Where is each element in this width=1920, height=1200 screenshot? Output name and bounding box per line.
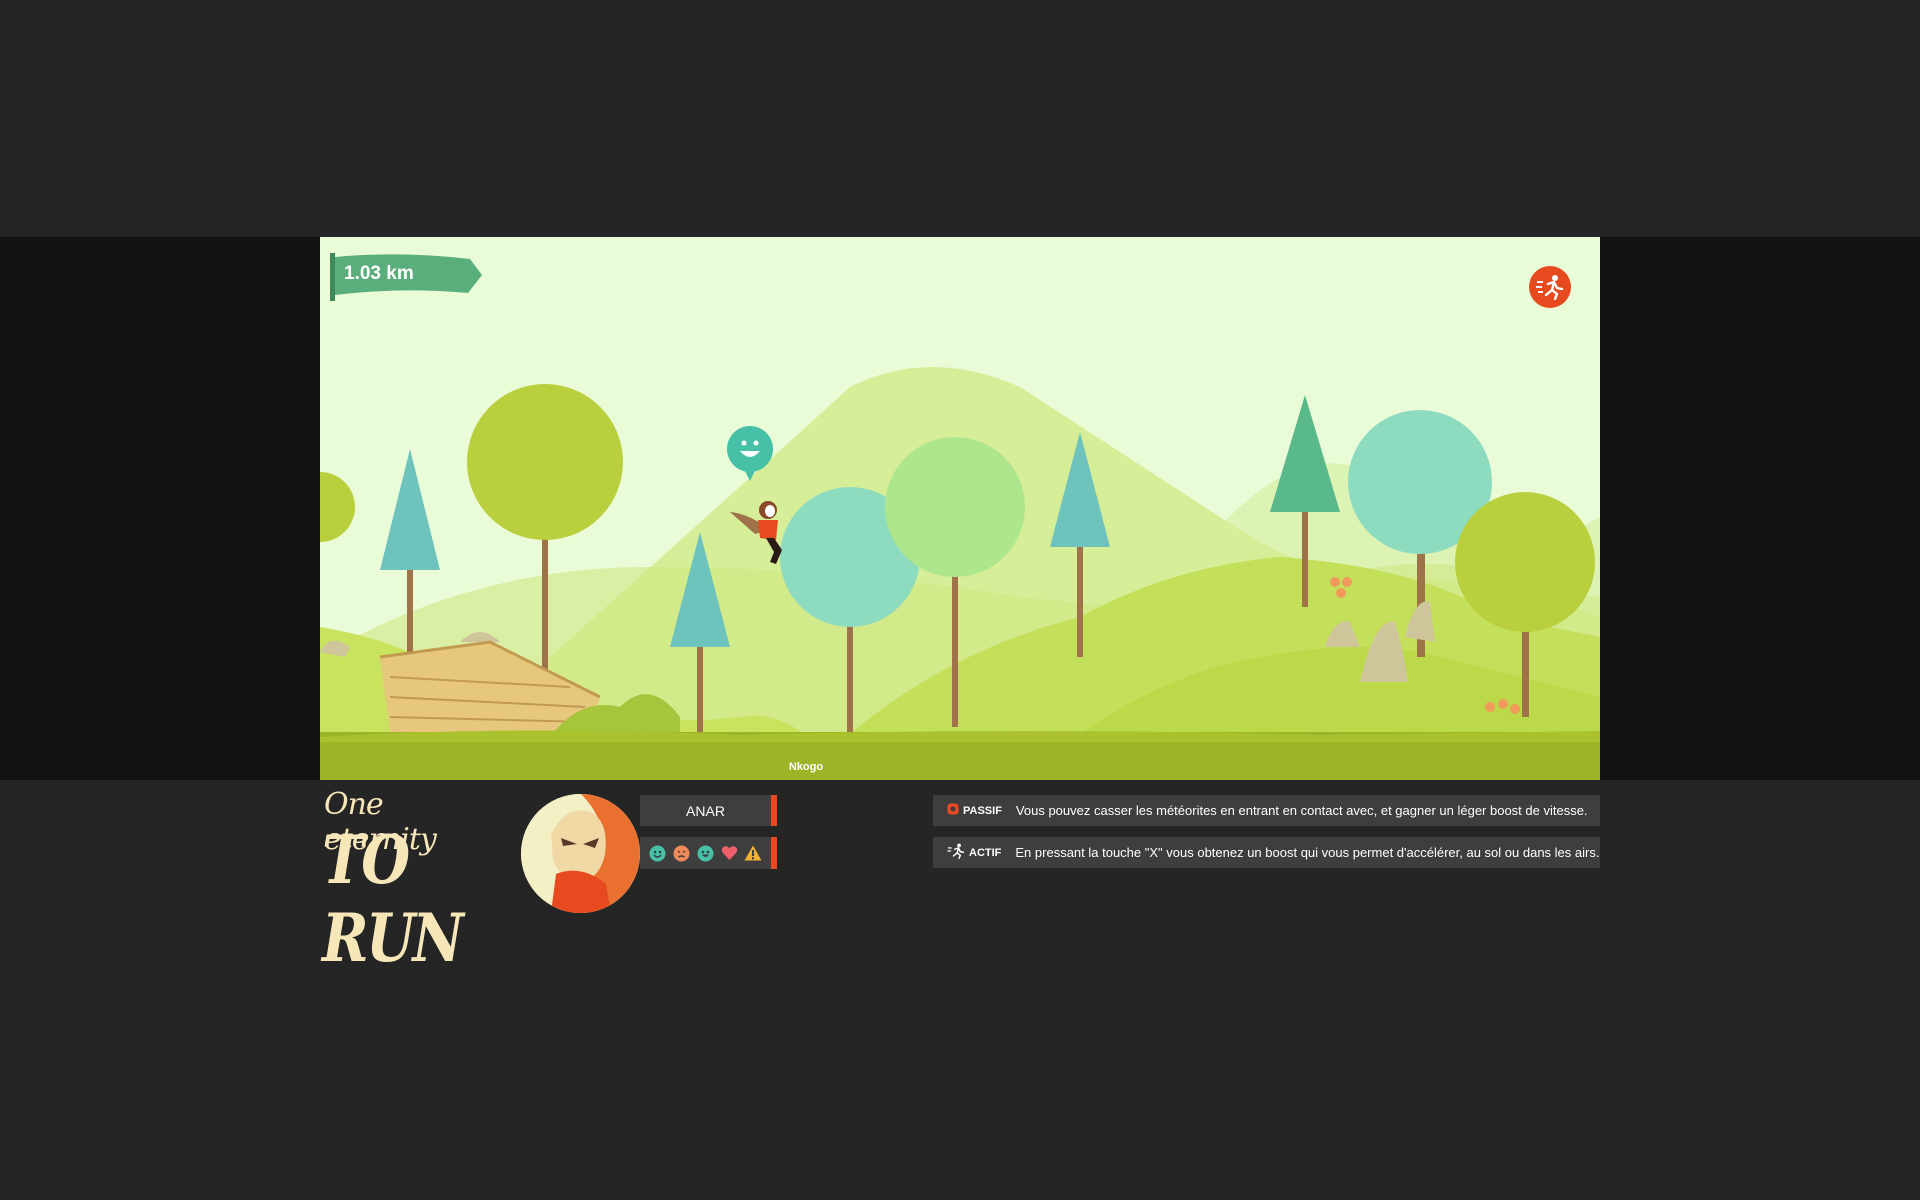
- masked-character-avatar: [521, 794, 640, 913]
- ability-description-active: En pressant la touche "X" vous obtenez u…: [1015, 845, 1600, 860]
- running-man-icon: [1536, 275, 1564, 300]
- distance-flag: 1.03 km: [330, 253, 482, 301]
- ability-kind-active: ACTIF: [969, 846, 1002, 859]
- heart-icon: [720, 844, 738, 862]
- logo-line2: TO RUN: [322, 821, 464, 977]
- warning-icon: [744, 844, 762, 862]
- game-canvas[interactable]: 1.03 km Nkogo: [320, 237, 1600, 780]
- ability-active: ACTIF En pressant la touche "X" vous obt…: [933, 837, 1600, 868]
- angry-face-icon: [673, 844, 691, 862]
- mood-bubble: [725, 425, 775, 490]
- happy-face-icon: [649, 844, 667, 862]
- ability-kind-passive: PASSIF: [963, 804, 1002, 817]
- sprint-button[interactable]: [1529, 266, 1571, 308]
- character-stats: [640, 837, 777, 869]
- distance-readout: 1.03 km: [344, 263, 414, 284]
- game-logo: One eternity TO RUN: [322, 787, 492, 977]
- running-man-icon: [947, 843, 965, 862]
- player-character: [730, 501, 782, 564]
- smile-face-icon: [696, 844, 714, 862]
- character-name: ANAR: [640, 795, 777, 826]
- ability-passive: PASSIF Vous pouvez casser les météorites…: [933, 795, 1600, 826]
- character-avatar: [521, 794, 640, 913]
- meteor-icon: [947, 803, 959, 818]
- smiley-icon: [727, 426, 773, 481]
- forest-scene: [320, 367, 1600, 780]
- player-name-label: Nkogo: [788, 761, 824, 773]
- ability-description-passive: Vous pouvez casser les météorites en ent…: [1015, 803, 1588, 818]
